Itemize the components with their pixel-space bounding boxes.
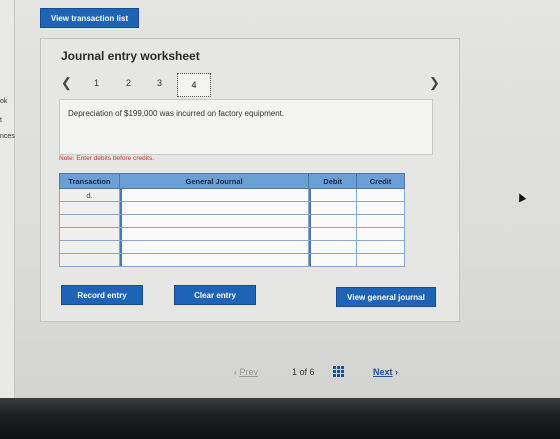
monitor-bezel (0, 398, 560, 439)
journal-entry-worksheet-panel: Journal entry worksheet ❮ 1 2 3 4 ❯ Depr… (40, 38, 460, 322)
debit-input[interactable] (308, 201, 358, 215)
general-journal-input[interactable] (118, 201, 310, 215)
table-row (59, 253, 405, 267)
transaction-description-box: Depreciation of $199,000 was incurred on… (59, 99, 433, 155)
left-sidebar-strip: ok t nces (0, 0, 15, 400)
header-general-journal: General Journal (118, 173, 310, 189)
debit-input[interactable] (308, 253, 358, 267)
step-4-active[interactable]: 4 (177, 73, 211, 97)
step-1[interactable]: 1 (94, 78, 99, 88)
credit-input[interactable] (356, 188, 405, 202)
debit-input[interactable] (308, 240, 358, 254)
step-2[interactable]: 2 (126, 78, 131, 88)
general-journal-input[interactable] (118, 253, 310, 267)
pagination: ‹ Prev 1 of 6 Next › (230, 364, 420, 384)
sidebar-fragment-3[interactable]: nces (0, 133, 15, 140)
table-row (59, 214, 405, 228)
transaction-cell (59, 253, 120, 267)
transaction-cell (59, 240, 120, 254)
header-debit: Debit (308, 173, 358, 189)
table-row (59, 227, 405, 241)
chevron-left-icon[interactable]: ❮ (61, 75, 72, 91)
mouse-cursor-icon (515, 191, 527, 203)
view-general-journal-button[interactable]: View general journal (336, 287, 436, 307)
step-navigator: ❮ 1 2 3 4 ❯ (59, 73, 440, 97)
header-credit: Credit (356, 173, 405, 189)
credit-input[interactable] (356, 214, 405, 228)
record-entry-button[interactable]: Record entry (61, 285, 143, 305)
transaction-description: Depreciation of $199,000 was incurred on… (68, 109, 285, 118)
credit-input[interactable] (356, 240, 405, 254)
journal-table: Transaction General Journal Debit Credit… (59, 173, 405, 267)
page-count: 1 of 6 (292, 367, 315, 377)
table-row: d. (59, 188, 405, 202)
clear-entry-button[interactable]: Clear entry (174, 285, 256, 305)
credit-input[interactable] (356, 227, 405, 241)
step-3[interactable]: 3 (157, 78, 162, 88)
chevron-right-icon[interactable]: ❯ (429, 75, 440, 91)
prev-link[interactable]: ‹ Prev (234, 367, 258, 377)
transaction-cell (59, 227, 120, 241)
credit-input[interactable] (356, 253, 405, 267)
credit-input[interactable] (356, 201, 405, 215)
sidebar-fragment-2[interactable]: t (0, 117, 2, 124)
debits-note: Note: Enter debits before credits. (59, 155, 155, 162)
transaction-cell (59, 201, 120, 215)
sidebar-fragment-1[interactable]: ok (0, 98, 7, 105)
screen: ok t nces View transaction list Journal … (0, 0, 560, 400)
next-link[interactable]: Next › (373, 367, 398, 377)
general-journal-input[interactable] (118, 240, 310, 254)
table-row (59, 201, 405, 215)
grid-icon[interactable] (333, 366, 344, 377)
general-journal-input[interactable] (118, 214, 310, 228)
debit-input[interactable] (308, 227, 358, 241)
table-row (59, 240, 405, 254)
debit-input[interactable] (308, 214, 358, 228)
general-journal-input[interactable] (118, 227, 310, 241)
debit-input[interactable] (308, 188, 358, 202)
general-journal-input[interactable] (118, 188, 310, 202)
header-transaction: Transaction (59, 173, 120, 189)
transaction-cell: d. (59, 188, 120, 202)
view-transaction-list-button[interactable]: View transaction list (40, 8, 139, 28)
transaction-cell (59, 214, 120, 228)
worksheet-title: Journal entry worksheet (61, 49, 200, 63)
